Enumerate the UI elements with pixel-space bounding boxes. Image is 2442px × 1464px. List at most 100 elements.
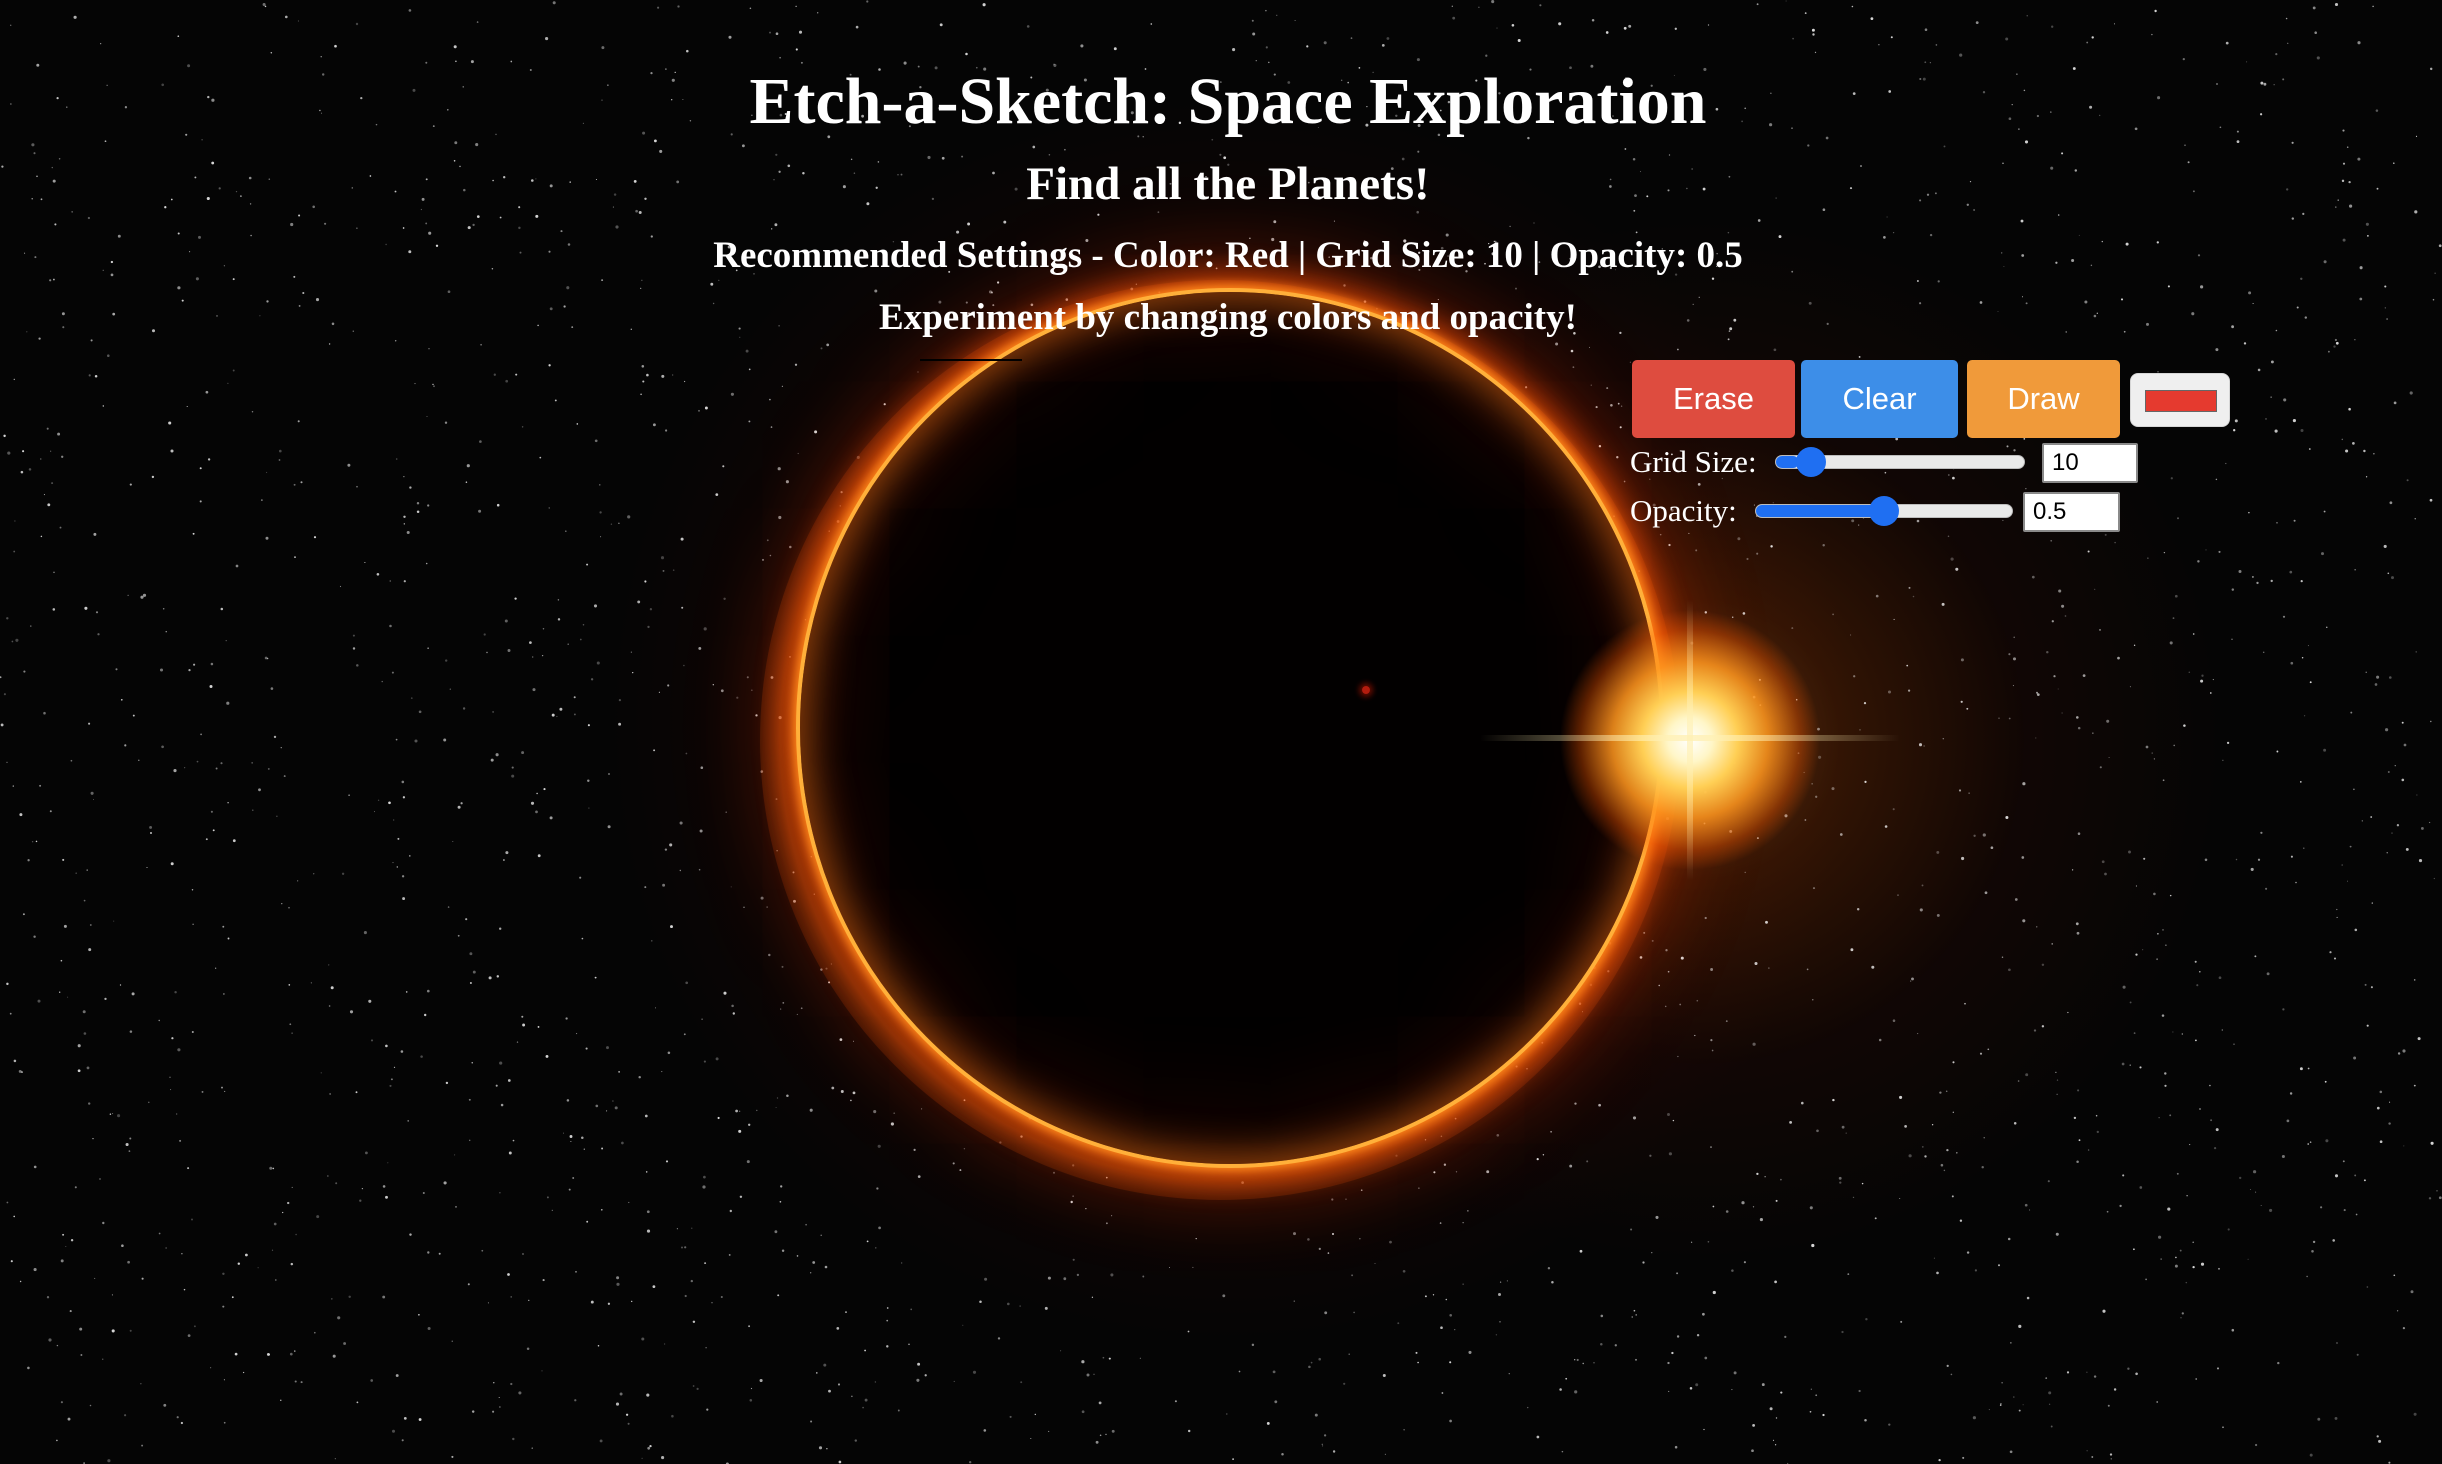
grid-cell[interactable] [1044, 916, 1106, 978]
grid-cell[interactable] [1354, 420, 1416, 482]
grid-cell[interactable] [1416, 792, 1478, 854]
grid-cell[interactable] [1230, 544, 1292, 606]
grid-cell[interactable] [1106, 420, 1168, 482]
grid-cell[interactable] [982, 916, 1044, 978]
grid-cell[interactable] [1230, 668, 1292, 730]
grid-cell[interactable] [1478, 358, 1540, 420]
grid-cell[interactable] [1106, 792, 1168, 854]
grid-cell[interactable] [920, 668, 982, 730]
erase-button[interactable]: Erase [1632, 360, 1795, 438]
grid-cell[interactable] [1478, 482, 1540, 544]
grid-size-input[interactable]: 10 [2042, 443, 2138, 483]
grid-cell[interactable] [1478, 916, 1540, 978]
draw-button[interactable]: Draw [1967, 360, 2120, 438]
grid-cell[interactable] [1416, 544, 1478, 606]
grid-cell[interactable] [1416, 730, 1478, 792]
grid-cell[interactable] [1044, 730, 1106, 792]
grid-cell[interactable] [1230, 916, 1292, 978]
grid-cell[interactable] [1168, 668, 1230, 730]
grid-cell[interactable] [1168, 916, 1230, 978]
grid-cell[interactable] [1354, 544, 1416, 606]
grid-cell[interactable] [1044, 668, 1106, 730]
grid-cell[interactable] [1044, 606, 1106, 668]
grid-cell[interactable] [982, 792, 1044, 854]
color-picker[interactable] [2130, 373, 2230, 427]
grid-cell[interactable] [1106, 668, 1168, 730]
grid-cell[interactable] [982, 420, 1044, 482]
grid-cell[interactable] [1168, 730, 1230, 792]
grid-cell[interactable] [982, 606, 1044, 668]
sketch-grid[interactable] [920, 358, 1540, 978]
grid-cell[interactable] [1230, 854, 1292, 916]
grid-cell[interactable] [1478, 792, 1540, 854]
grid-cell[interactable] [920, 420, 982, 482]
grid-cell[interactable] [1478, 854, 1540, 916]
grid-cell[interactable] [1044, 544, 1106, 606]
grid-cell[interactable] [1292, 358, 1354, 420]
grid-cell[interactable] [1292, 420, 1354, 482]
grid-cell[interactable] [1478, 730, 1540, 792]
grid-cell[interactable] [920, 792, 982, 854]
grid-cell[interactable] [1292, 606, 1354, 668]
grid-cell[interactable] [1416, 606, 1478, 668]
grid-cell[interactable] [1044, 792, 1106, 854]
opacity-slider[interactable] [1755, 496, 2013, 526]
grid-cell[interactable] [1168, 606, 1230, 668]
grid-size-slider[interactable] [1775, 447, 2025, 477]
grid-cell[interactable] [982, 730, 1044, 792]
opacity-slider-thumb[interactable] [1869, 496, 1899, 526]
grid-cell[interactable] [1354, 792, 1416, 854]
grid-cell[interactable] [1478, 668, 1540, 730]
grid-cell[interactable] [982, 854, 1044, 916]
grid-cell[interactable] [1106, 544, 1168, 606]
grid-cell[interactable] [1416, 916, 1478, 978]
grid-cell[interactable] [1168, 544, 1230, 606]
clear-button[interactable]: Clear [1801, 360, 1958, 438]
grid-cell[interactable] [920, 854, 982, 916]
grid-cell[interactable] [1354, 358, 1416, 420]
grid-cell[interactable] [1044, 420, 1106, 482]
grid-cell[interactable] [1106, 606, 1168, 668]
grid-cell[interactable] [1416, 854, 1478, 916]
grid-cell[interactable] [1478, 544, 1540, 606]
grid-cell[interactable] [1354, 606, 1416, 668]
grid-cell[interactable] [1230, 420, 1292, 482]
grid-cell[interactable] [1168, 854, 1230, 916]
grid-cell[interactable] [1478, 606, 1540, 668]
grid-cell[interactable] [1292, 668, 1354, 730]
grid-cell[interactable] [1230, 482, 1292, 544]
grid-cell[interactable] [1044, 482, 1106, 544]
grid-cell[interactable] [1416, 420, 1478, 482]
grid-cell[interactable] [1168, 482, 1230, 544]
grid-cell[interactable] [1292, 544, 1354, 606]
grid-cell[interactable] [1354, 482, 1416, 544]
grid-cell[interactable] [920, 358, 982, 420]
grid-cell[interactable] [920, 482, 982, 544]
grid-cell[interactable] [982, 358, 1044, 420]
grid-cell[interactable] [920, 544, 982, 606]
grid-cell[interactable] [920, 916, 982, 978]
grid-cell[interactable] [1230, 606, 1292, 668]
grid-cell[interactable] [1168, 420, 1230, 482]
grid-cell[interactable] [1416, 358, 1478, 420]
grid-cell[interactable] [920, 606, 982, 668]
grid-cell[interactable] [1168, 792, 1230, 854]
grid-cell[interactable] [1354, 854, 1416, 916]
grid-cell[interactable] [1230, 792, 1292, 854]
grid-cell[interactable] [1354, 730, 1416, 792]
opacity-input[interactable]: 0.5 [2023, 492, 2120, 532]
grid-cell[interactable] [1416, 482, 1478, 544]
grid-cell[interactable] [1230, 730, 1292, 792]
grid-cell[interactable] [982, 668, 1044, 730]
grid-cell[interactable] [1106, 854, 1168, 916]
grid-cell[interactable] [1478, 420, 1540, 482]
grid-cell[interactable] [982, 544, 1044, 606]
grid-cell[interactable] [1106, 730, 1168, 792]
grid-cell[interactable] [1044, 358, 1106, 420]
grid-cell[interactable] [1292, 916, 1354, 978]
grid-cell[interactable] [1354, 668, 1416, 730]
grid-cell[interactable] [1168, 358, 1230, 420]
grid-cell[interactable] [1106, 358, 1168, 420]
grid-cell[interactable] [1230, 358, 1292, 420]
grid-cell[interactable] [1292, 730, 1354, 792]
